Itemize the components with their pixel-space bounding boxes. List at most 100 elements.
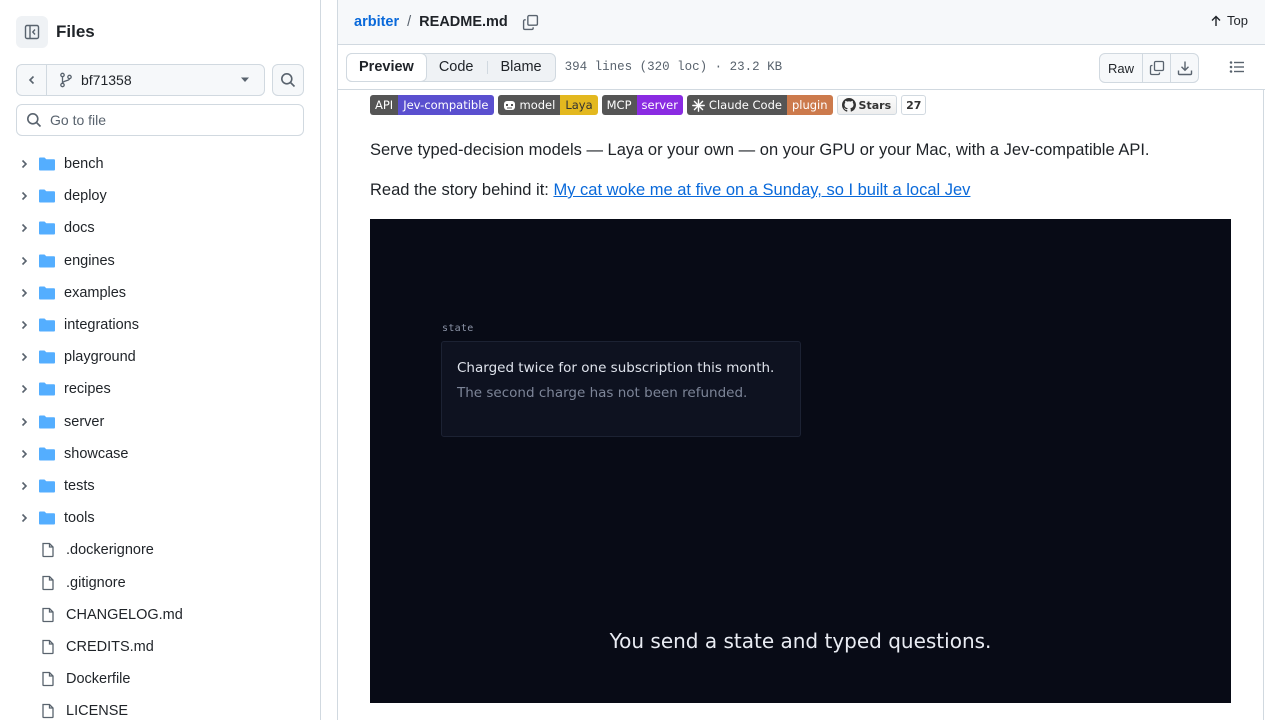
copy-path-button[interactable] [522,14,539,31]
chevron-right-icon[interactable] [16,188,32,204]
folder-icon [38,446,56,462]
tab-code[interactable]: Code [426,54,487,81]
tree-item-label: bench [64,156,104,173]
back-button[interactable] [17,65,47,95]
branch-picker: bf71358 [16,64,265,96]
file-actions: Raw [1099,53,1199,83]
story-link[interactable]: My cat woke me at five on a Sunday, so I… [553,181,970,199]
tree-folder[interactable]: showcase [16,438,312,470]
tree-file[interactable]: LICENSE [16,695,312,720]
folder-icon [38,349,56,365]
tree-file[interactable]: .dockerignore [16,534,312,566]
github-stars-button[interactable]: Stars [836,95,898,115]
breadcrumb-file-name: README.md [419,14,508,30]
search-icon [27,113,42,128]
badge-mcp[interactable]: MCP server [601,95,683,115]
tree-folder[interactable]: playground [16,341,312,373]
stars-count[interactable]: 27 [901,95,927,115]
chevron-right-icon[interactable] [16,285,32,301]
chevron-right-icon[interactable] [16,510,32,526]
chevron-right-icon[interactable] [16,446,32,462]
tree-folder[interactable]: integrations [16,309,312,341]
story-prefix: Read the story behind it: [370,181,554,199]
readme-story: Read the story behind it: My cat woke me… [370,178,1232,202]
chevron-right-icon[interactable] [16,220,32,236]
tree-item-label: showcase [64,445,129,462]
search-button[interactable] [272,64,304,96]
caret-down-icon [241,77,249,82]
tree-file[interactable]: CREDITS.md [16,631,312,663]
tree-item-label: CHANGELOG.md [66,606,183,623]
branch-name: bf71358 [81,72,132,88]
copy-icon [1149,60,1164,76]
chevron-right-icon[interactable] [16,414,32,430]
tree-folder[interactable]: deploy [16,180,312,212]
arrow-up-icon [1211,15,1221,26]
tree-item-label: .gitignore [66,574,126,591]
chevron-right-icon[interactable] [16,478,32,494]
chevron-right-icon[interactable] [16,349,32,365]
badge-model-left: model [497,95,561,115]
breadcrumb-separator: / [407,14,412,30]
sidebar-collapse-icon [24,24,40,40]
top-button[interactable]: Top [1210,13,1248,28]
badge-claude-code[interactable]: Claude Code plugin [686,95,833,115]
badge-mcp-value: server [636,95,683,115]
tree-folder[interactable]: docs [16,212,312,244]
tree-item-label: tools [64,510,95,527]
chevron-right-icon[interactable] [16,156,32,172]
badge-claude-value: plugin [786,95,833,115]
breadcrumb-repo-link[interactable]: arbiter [354,14,399,30]
git-branch-icon [60,72,72,88]
tree-folder[interactable]: examples [16,277,312,309]
go-to-file-input[interactable] [50,112,280,128]
tree-item-label: LICENSE [66,703,129,720]
tree-file[interactable]: CHANGELOG.md [16,599,312,631]
tree-folder[interactable]: engines [16,245,312,277]
view-mode-tabs: Preview Code Blame [346,52,556,82]
tree-folder[interactable]: tests [16,470,312,502]
branch-select-button[interactable]: bf71358 [47,65,264,95]
search-icon [281,73,296,88]
top-label: Top [1227,13,1248,28]
list-unordered-icon [1229,61,1244,73]
tree-item-label: tests [64,477,95,494]
sidebar-title: Files [56,22,95,41]
collapse-sidebar-button[interactable] [16,16,48,48]
download-button[interactable] [1170,54,1198,82]
tab-preview[interactable]: Preview [346,52,427,82]
robot-icon [503,101,515,110]
copy-raw-button[interactable] [1142,54,1170,82]
chevron-right-icon[interactable] [16,381,32,397]
tree-file[interactable]: Dockerfile [16,663,312,695]
tree-folder[interactable]: tools [16,502,312,534]
demo-state-label: state [442,323,474,334]
readme-content: API Jev-compatible model Laya MCP server [370,94,1232,703]
file-icon [40,575,58,591]
badge-api[interactable]: API Jev-compatible [370,95,494,115]
badge-model[interactable]: model Laya [497,95,598,115]
stars-label: Stars [858,98,892,112]
chevron-right-icon[interactable] [16,253,32,269]
tree-folder[interactable]: bench [16,148,312,180]
tree-folder[interactable]: recipes [16,373,312,405]
demo-caption: You send a state and typed questions. [609,629,992,653]
file-tree-sidebar: Files bf71358 bench deploy docs engines exam… [0,0,321,720]
tab-blame[interactable]: Blame [488,54,555,81]
file-icon [40,542,58,558]
chevron-right-icon[interactable] [16,317,32,333]
badge-mcp-label: MCP [601,95,637,115]
outline-button[interactable] [1229,59,1245,78]
tree-folder[interactable]: server [16,406,312,438]
file-tree: bench deploy docs engines examples integratio… [16,148,312,720]
tree-item-label: recipes [64,381,111,398]
tree-file[interactable]: .gitignore [16,566,312,598]
folder-icon [38,285,56,301]
breadcrumb: arbiter / README.md Top [338,0,1265,45]
badge-model-value: Laya [560,95,598,115]
tree-item-label: .dockerignore [66,542,154,559]
badge-model-label: model [519,98,556,112]
raw-button[interactable]: Raw [1100,54,1142,82]
copy-icon [522,14,538,30]
file-icon [40,607,58,623]
